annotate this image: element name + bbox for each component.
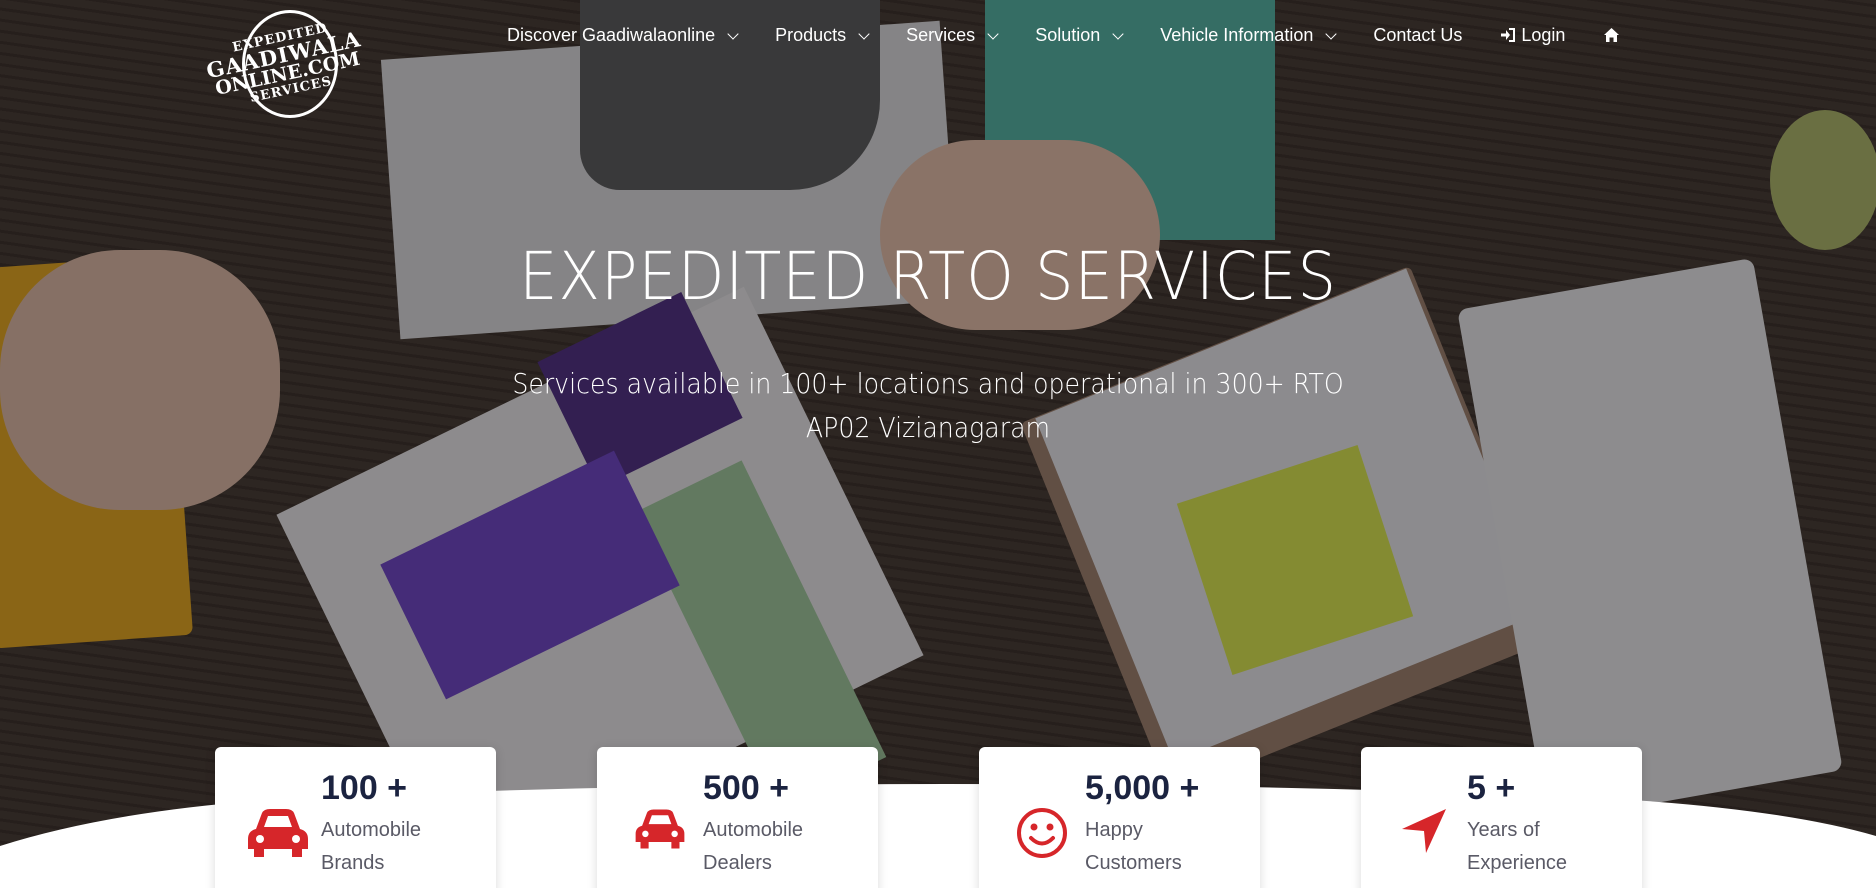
stat-label: Automobile Dealers (703, 814, 803, 880)
stat-value: 5,000 + (1085, 769, 1200, 807)
nav-solution[interactable]: Solution (1035, 24, 1124, 46)
nav-services[interactable]: Services (906, 24, 999, 46)
chevron-down-icon (1325, 28, 1338, 40)
stats-row: 100 + Automobile Brands 500 + Automobile… (215, 747, 1642, 888)
nav-home[interactable] (1603, 27, 1620, 43)
stat-label-line: Automobile (703, 819, 804, 841)
home-icon (1604, 28, 1620, 42)
nav-contact-us[interactable]: Contact Us (1373, 25, 1462, 46)
nav-login[interactable]: Login (1500, 25, 1565, 46)
nav-vehicle-information[interactable]: Vehicle Information (1160, 24, 1338, 46)
stat-label-line: Years of (1467, 819, 1540, 841)
hero-subtitle-line2: AP02 Vizianagaram (805, 411, 1051, 444)
stat-label: Automobile Brands (321, 814, 421, 880)
smile-icon (999, 767, 1085, 888)
hero-subtitle-line1: Services available in 100+ locations and… (512, 367, 1344, 400)
site-logo[interactable]: EXPEDITED GAADIWALA ONLINE.COM SERVICES (205, 8, 363, 120)
main-nav: Discover Gaadiwalaonline Products Servic… (507, 22, 1658, 48)
stat-label-line: Happy (1085, 819, 1143, 841)
stat-label-line: Dealers (703, 852, 772, 874)
stat-label: Years of Experience (1467, 814, 1567, 880)
stat-card-experience: 5 + Years of Experience (1361, 747, 1642, 888)
stat-label-line: Customers (1085, 852, 1182, 874)
chevron-down-icon (727, 28, 739, 40)
stat-card-customers: 5,000 + Happy Customers (979, 747, 1260, 888)
stat-value: 5 + (1467, 769, 1516, 807)
stat-card-brands: 100 + Automobile Brands (215, 747, 496, 888)
stat-text: 100 + Automobile Brands (321, 767, 421, 888)
nav-vehicle-information-label: Vehicle Information (1160, 24, 1314, 45)
stat-text: 5 + Years of Experience (1467, 767, 1567, 888)
chevron-down-icon (1112, 28, 1124, 40)
nav-services-label: Services (906, 24, 976, 45)
hero-title: EXPEDITED RTO SERVICES (519, 238, 1337, 315)
stat-label-line: Experience (1467, 852, 1568, 874)
car-icon (235, 767, 321, 888)
sign-in-icon (1501, 28, 1516, 42)
stat-label-line: Brands (321, 852, 385, 874)
stat-label: Happy Customers (1085, 814, 1199, 880)
nav-login-label: Login (1521, 24, 1566, 45)
nav-solution-label: Solution (1035, 24, 1101, 45)
chevron-down-icon (987, 28, 999, 40)
location-arrow-icon (1381, 767, 1467, 888)
stat-label-line: Automobile (321, 819, 422, 841)
stat-value: 500 + (703, 769, 790, 807)
stat-text: 5,000 + Happy Customers (1085, 767, 1199, 888)
stat-value: 100 + (321, 769, 408, 807)
logo-text: EXPEDITED GAADIWALA ONLINE.COM SERVICES (202, 15, 369, 112)
nav-contact-us-label: Contact Us (1373, 24, 1463, 45)
hero-subtitle: Services available in 100+ locations and… (93, 362, 1763, 450)
stat-text: 500 + Automobile Dealers (703, 767, 803, 888)
stat-card-dealers: 500 + Automobile Dealers (597, 747, 878, 888)
nav-discover-label: Discover Gaadiwalaonline (507, 24, 716, 45)
chevron-down-icon (858, 28, 870, 40)
nav-products-label: Products (775, 24, 847, 45)
car-icon (617, 767, 703, 888)
nav-products[interactable]: Products (775, 24, 870, 46)
nav-discover[interactable]: Discover Gaadiwalaonline (507, 24, 739, 46)
